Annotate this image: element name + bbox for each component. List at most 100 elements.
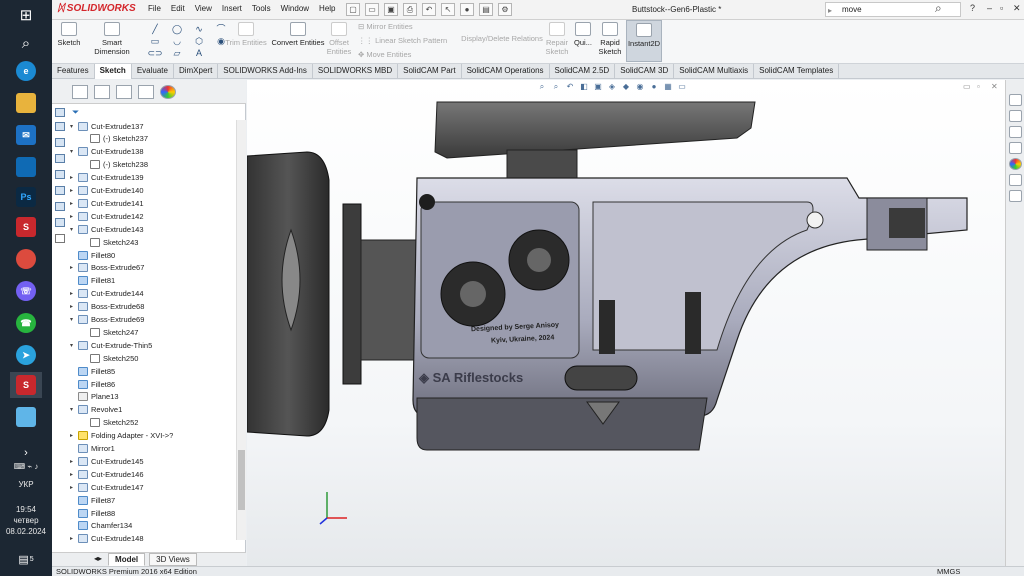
arc-icon[interactable]: ◡ [166, 36, 188, 48]
spline-icon[interactable]: ∿ [188, 24, 210, 36]
plane-icon[interactable]: ▱ [166, 48, 188, 60]
tree-item[interactable]: Fillet88 [70, 507, 115, 519]
dimxpert-tab-icon[interactable] [138, 85, 154, 99]
repair-sketch-button[interactable]: Repair Sketch [544, 22, 570, 56]
expand-arrow-icon[interactable]: ▸ [70, 200, 78, 207]
expand-arrow-icon[interactable]: ▸ [70, 187, 78, 194]
tab-solidcam-25d[interactable]: SolidCAM 2.5D [550, 64, 616, 79]
line-icon[interactable]: ╱ [144, 24, 166, 36]
tree-item[interactable]: ▸ Boss-Extrude68 [70, 301, 144, 313]
offset-entities-button[interactable]: Offset Entities [324, 22, 354, 56]
mirror-entities-button[interactable]: ⊟ Mirror Entities [358, 22, 444, 31]
expand-arrow-icon[interactable]: ▾ [70, 123, 78, 130]
solidworks-forum-icon[interactable] [1009, 190, 1022, 202]
feature-icon[interactable] [55, 170, 65, 179]
photoshop-icon[interactable]: Ps [10, 184, 42, 210]
tree-item[interactable]: ▾ Cut-Extrude137 [70, 120, 144, 132]
tree-item[interactable]: ▾ Revolve1 [70, 404, 122, 416]
tree-item[interactable]: Sketch250 [82, 352, 138, 364]
tree-item[interactable]: ▸ Cut-Extrude148 [70, 533, 144, 545]
convert-entities-button[interactable]: Convert Entities [270, 22, 326, 47]
file-explorer-icon[interactable] [10, 90, 42, 116]
tree-item[interactable]: (-) Sketch237 [82, 133, 148, 145]
expand-arrow-icon[interactable]: ▸ [70, 458, 78, 465]
tab-dimxpert[interactable]: DimXpert [174, 64, 219, 79]
expand-arrow-icon[interactable]: ▸ [70, 290, 78, 297]
menu-window[interactable]: Window [281, 4, 309, 13]
tree-item[interactable]: ▸ Cut-Extrude147 [70, 481, 144, 493]
tree-item[interactable]: Sketch247 [82, 326, 138, 338]
undo-icon[interactable]: ↶ [422, 3, 436, 16]
restore-icon[interactable]: ▫ [1000, 3, 1003, 13]
whatsapp-icon[interactable]: ☎ [10, 310, 42, 336]
save-icon[interactable]: ▣ [384, 3, 398, 16]
tree-item[interactable]: Fillet86 [70, 378, 115, 390]
file-explorer-pane-icon[interactable] [1009, 126, 1022, 138]
menu-edit[interactable]: Edit [171, 4, 185, 13]
tab-solidworks-mbd[interactable]: SOLIDWORKS MBD [313, 64, 399, 79]
tab-solidcam-part[interactable]: SolidCAM Part [398, 64, 462, 79]
feature-icon[interactable] [55, 186, 65, 195]
tree-item[interactable]: ▸ Cut-Extrude139 [70, 172, 144, 184]
rapid-sketch-button[interactable]: Rapid Sketch [598, 22, 622, 56]
tab-solidcam-templates[interactable]: SolidCAM Templates [754, 64, 840, 79]
slot-icon[interactable]: ⊂⊃ [144, 48, 166, 60]
tab-solidcam-3d[interactable]: SolidCAM 3D [615, 64, 675, 79]
tree-item[interactable]: (-) Sketch238 [82, 159, 148, 171]
tree-item[interactable]: Fillet80 [70, 249, 115, 261]
property-manager-tab-icon[interactable] [94, 85, 110, 99]
mail-icon[interactable]: ✉ [10, 122, 42, 148]
tab-features[interactable]: Features [52, 64, 95, 79]
expand-arrow-icon[interactable]: ▾ [70, 148, 78, 155]
tab-solidcam-multiaxis[interactable]: SolidCAM Multiaxis [674, 64, 755, 79]
smart-dimension-button[interactable]: Smart Dimension [84, 22, 140, 56]
menu-tools[interactable]: Tools [252, 4, 271, 13]
tab-model[interactable]: Model [108, 553, 146, 566]
circle-icon[interactable]: ◯ [166, 24, 188, 36]
tab-3d-views[interactable]: 3D Views [149, 553, 197, 566]
solidworks-active-icon[interactable]: S [10, 372, 42, 398]
expand-arrow-icon[interactable]: ▸ [70, 432, 78, 439]
viber-icon[interactable]: ☏ [10, 278, 42, 304]
edge-icon[interactable]: e [10, 58, 42, 84]
feature-icon[interactable] [55, 202, 65, 211]
tree-item[interactable]: Sketch252 [82, 417, 138, 429]
filter-icon[interactable]: ⏷ [72, 107, 79, 118]
rollback-icon[interactable] [55, 234, 65, 243]
rectangle-icon[interactable]: ▭ [144, 36, 166, 48]
tab-sketch[interactable]: Sketch [94, 64, 132, 79]
telegram-icon[interactable]: ➤ [10, 342, 42, 368]
help-icon[interactable]: ? [970, 3, 975, 13]
expand-arrow-icon[interactable]: ▸ [70, 174, 78, 181]
expand-arrow-icon[interactable]: ▾ [70, 226, 78, 233]
appearances-icon[interactable] [1009, 158, 1022, 170]
tree-item[interactable]: ▸ Cut-Extrude142 [70, 210, 144, 222]
tab-solidworks-addins[interactable]: SOLIDWORKS Add-Ins [218, 64, 313, 79]
expand-arrow-icon[interactable]: ▾ [70, 316, 78, 323]
tree-item[interactable]: Mirror1 [70, 443, 115, 455]
tree-item[interactable]: ▸ Cut-Extrude140 [70, 185, 144, 197]
linear-pattern-button[interactable]: ⋮⋮ Linear Sketch Pattern [358, 36, 454, 45]
new-icon[interactable]: ▢ [346, 3, 360, 16]
tree-item[interactable]: ▾ Cut-Extrude138 [70, 146, 144, 158]
scrollbar-thumb[interactable] [238, 450, 245, 510]
chrome-icon[interactable] [10, 246, 42, 272]
rebuild-icon[interactable]: ● [460, 3, 474, 16]
notification-icon[interactable]: ▤ 5 [10, 546, 42, 572]
body-icon[interactable] [55, 122, 65, 131]
expand-arrow-icon[interactable]: ▸ [70, 471, 78, 478]
view-palette-icon[interactable] [1009, 142, 1022, 154]
move-entities-button[interactable]: ✥ Move Entities [358, 50, 444, 59]
tree-item[interactable]: ▸ Folding Adapter - XVI->? [70, 430, 173, 442]
search-icon[interactable]: ⌕ [10, 30, 42, 56]
tree-item[interactable]: Chamfer134 [70, 520, 132, 532]
options-icon[interactable]: ⚙ [498, 3, 512, 16]
units-indicator[interactable]: MMGS [937, 567, 960, 576]
print-icon[interactable]: ⎙ [403, 3, 417, 16]
feature-icon[interactable] [55, 138, 65, 147]
tray-icons[interactable]: ⌨ ⌁ ♪ [0, 462, 52, 471]
menu-help[interactable]: Help [319, 4, 335, 13]
display-delete-relations-button[interactable]: Display/Delete Relations [460, 34, 544, 43]
expand-arrow-icon[interactable]: ▸ [70, 264, 78, 271]
tree-item[interactable]: ▸ Cut-Extrude144 [70, 288, 144, 300]
